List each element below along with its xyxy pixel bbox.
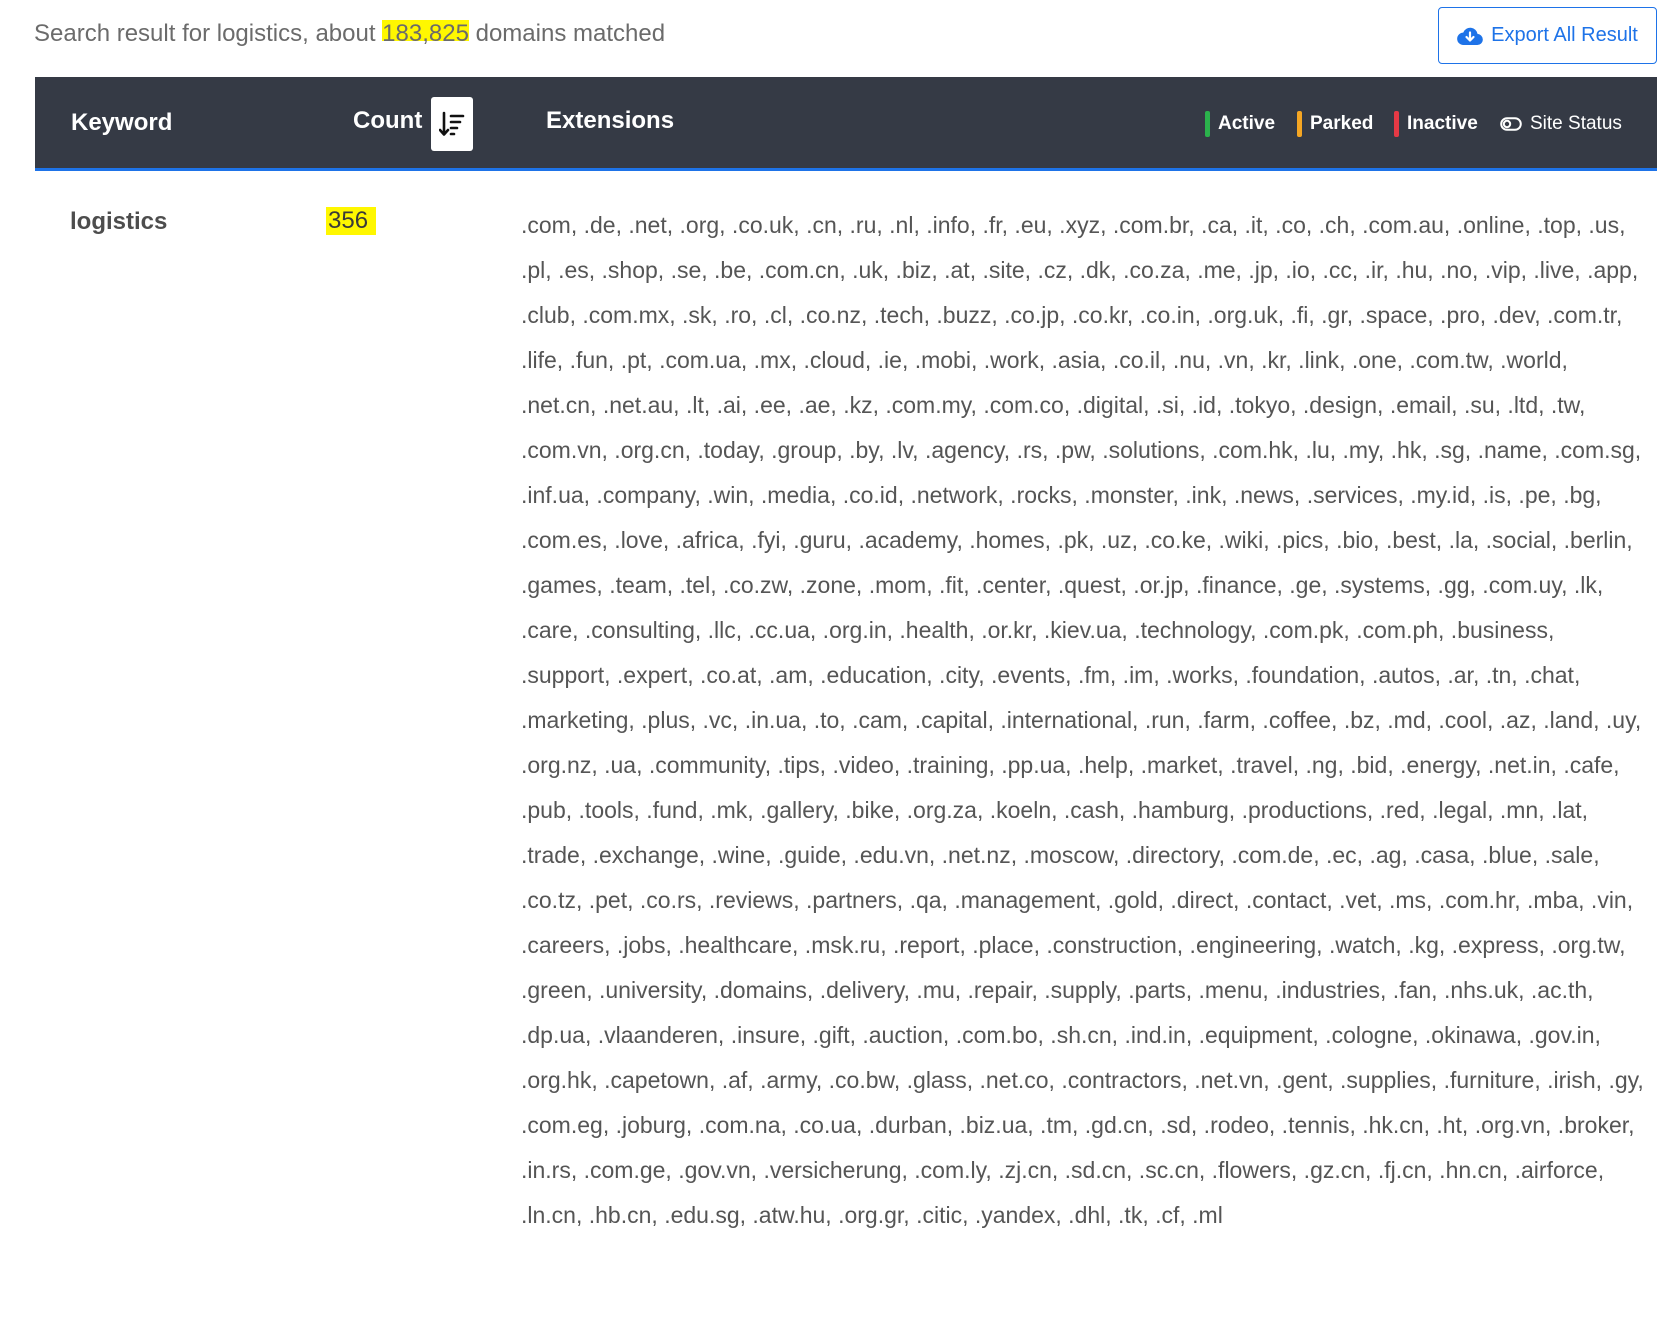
cloud-download-icon	[1457, 27, 1483, 45]
legend-parked: Parked	[1297, 111, 1373, 137]
export-all-result-button[interactable]: Export All Result	[1438, 7, 1657, 64]
legend-inactive: Inactive	[1394, 111, 1478, 137]
summary-prefix: Search result for logistics, about	[34, 20, 383, 47]
search-summary: Search result for logistics, about 183,8…	[34, 20, 665, 48]
legend-active-label: Active	[1218, 113, 1276, 134]
row-extensions-list: .com, .de, .net, .org, .co.uk, .cn, .ru,…	[521, 212, 1644, 1228]
legend-parked-label: Parked	[1310, 113, 1374, 134]
sort-count-button[interactable]	[431, 97, 473, 151]
site-status-toggle[interactable]: Site Status	[1500, 110, 1622, 138]
keyword-column-header: Keyword	[71, 109, 173, 136]
legend-inactive-label: Inactive	[1407, 113, 1478, 134]
results-table-header: Keyword Count Extensions Active Parked I…	[35, 77, 1657, 171]
legend-active: Active	[1205, 111, 1275, 137]
export-all-result-label: Export All Result	[1491, 24, 1638, 46]
summary-count: 183,825	[382, 20, 469, 47]
site-status-label: Site Status	[1530, 113, 1622, 134]
count-column-header[interactable]: Count	[353, 107, 422, 135]
inactive-color-bar	[1394, 111, 1399, 137]
toggle-icon	[1500, 117, 1522, 131]
summary-suffix: domains matched	[468, 20, 666, 47]
row-keyword[interactable]: logistics	[70, 208, 167, 236]
parked-color-bar	[1297, 111, 1302, 137]
sort-descending-icon	[439, 111, 465, 136]
active-color-bar	[1205, 111, 1210, 137]
extensions-column-header: Extensions	[546, 107, 675, 134]
row-count: 356	[326, 207, 377, 235]
